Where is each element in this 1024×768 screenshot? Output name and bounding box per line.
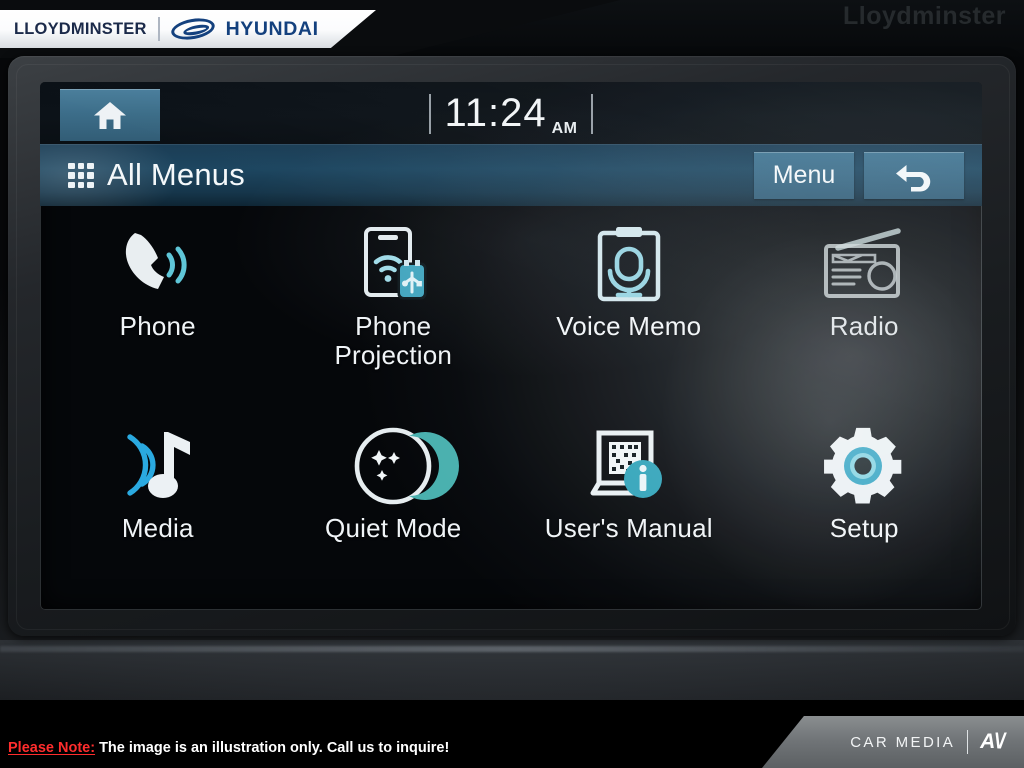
radio-icon bbox=[819, 224, 909, 304]
screenshot-stage: Lloydminster LLOYDMINSTER HYUNDAI 11:24 … bbox=[0, 0, 1024, 768]
menu-item-label: Radio bbox=[829, 311, 899, 341]
dealer-banner: LLOYDMINSTER HYUNDAI bbox=[0, 10, 376, 48]
menu-item-voice-memo[interactable]: Voice Memo bbox=[511, 206, 747, 408]
disclaimer-label: Please Note: bbox=[8, 740, 96, 756]
menu-item-label: Voice Memo bbox=[556, 311, 702, 341]
car-media-mark: A\/ bbox=[980, 730, 1005, 753]
menu-item-media[interactable]: Media bbox=[40, 408, 276, 610]
menu-item-label: Phone bbox=[119, 311, 196, 341]
clock: 11:24 AM bbox=[40, 91, 982, 137]
users-manual-qr-icon bbox=[584, 426, 674, 506]
clock-time: 11:24 bbox=[444, 91, 547, 135]
disclaimer-note: Please Note: The image is an illustratio… bbox=[8, 740, 449, 756]
status-bar: 11:24 AM bbox=[40, 82, 982, 144]
page-title: All Menus bbox=[107, 157, 245, 192]
menu-item-users-manual[interactable]: User's Manual bbox=[511, 408, 747, 610]
menu-item-radio[interactable]: Radio bbox=[747, 206, 983, 408]
hyundai-logo-icon bbox=[169, 15, 216, 43]
brand-wordmark: HYUNDAI bbox=[225, 17, 319, 40]
title-bar: All Menus Menu bbox=[40, 144, 982, 206]
voice-memo-icon bbox=[584, 224, 674, 304]
grid-3x3-icon bbox=[68, 163, 94, 188]
ghost-watermark: Lloydminster bbox=[843, 2, 1006, 30]
back-button[interactable] bbox=[864, 152, 964, 199]
all-menus-grid: Phone Phone Projection Voice Memo Radio … bbox=[40, 206, 982, 610]
banner-divider bbox=[157, 17, 160, 41]
menu-item-label: Phone Projection bbox=[334, 311, 453, 371]
infotainment-screen: 11:24 AM All Menus Menu Phone Phone Proj… bbox=[40, 82, 982, 610]
menu-item-label: Media bbox=[121, 513, 194, 543]
menu-item-label: User's Manual bbox=[544, 513, 713, 543]
dashboard-seam bbox=[0, 646, 1024, 652]
menu-button[interactable]: Menu bbox=[754, 152, 854, 199]
phone-projection-icon bbox=[348, 224, 438, 304]
dealer-name: LLOYDMINSTER bbox=[14, 19, 147, 38]
car-media-watermark: CAR MEDIA A\/ bbox=[762, 716, 1024, 768]
menu-item-phone[interactable]: Phone bbox=[40, 206, 276, 408]
music-note-icon bbox=[113, 426, 203, 506]
menu-item-phone-projection[interactable]: Phone Projection bbox=[276, 206, 512, 408]
clock-meridiem: AM bbox=[551, 120, 578, 137]
menu-item-quiet-mode[interactable]: Quiet Mode bbox=[276, 408, 512, 610]
menu-button-label: Menu bbox=[772, 161, 836, 189]
quiet-mode-moon-icon bbox=[348, 426, 460, 506]
back-arrow-icon bbox=[892, 161, 936, 191]
car-media-text: CAR MEDIA bbox=[850, 733, 956, 751]
menu-item-setup[interactable]: Setup bbox=[747, 408, 983, 610]
car-media-divider bbox=[967, 730, 969, 754]
gear-icon bbox=[819, 426, 909, 506]
menu-item-label: Setup bbox=[829, 513, 899, 543]
clock-divider-right bbox=[590, 93, 593, 134]
menu-item-label: Quiet Mode bbox=[325, 513, 462, 543]
clock-divider-left bbox=[429, 93, 432, 134]
disclaimer-text: The image is an illustration only. Call … bbox=[95, 740, 450, 756]
phone-handset-icon bbox=[113, 224, 203, 304]
